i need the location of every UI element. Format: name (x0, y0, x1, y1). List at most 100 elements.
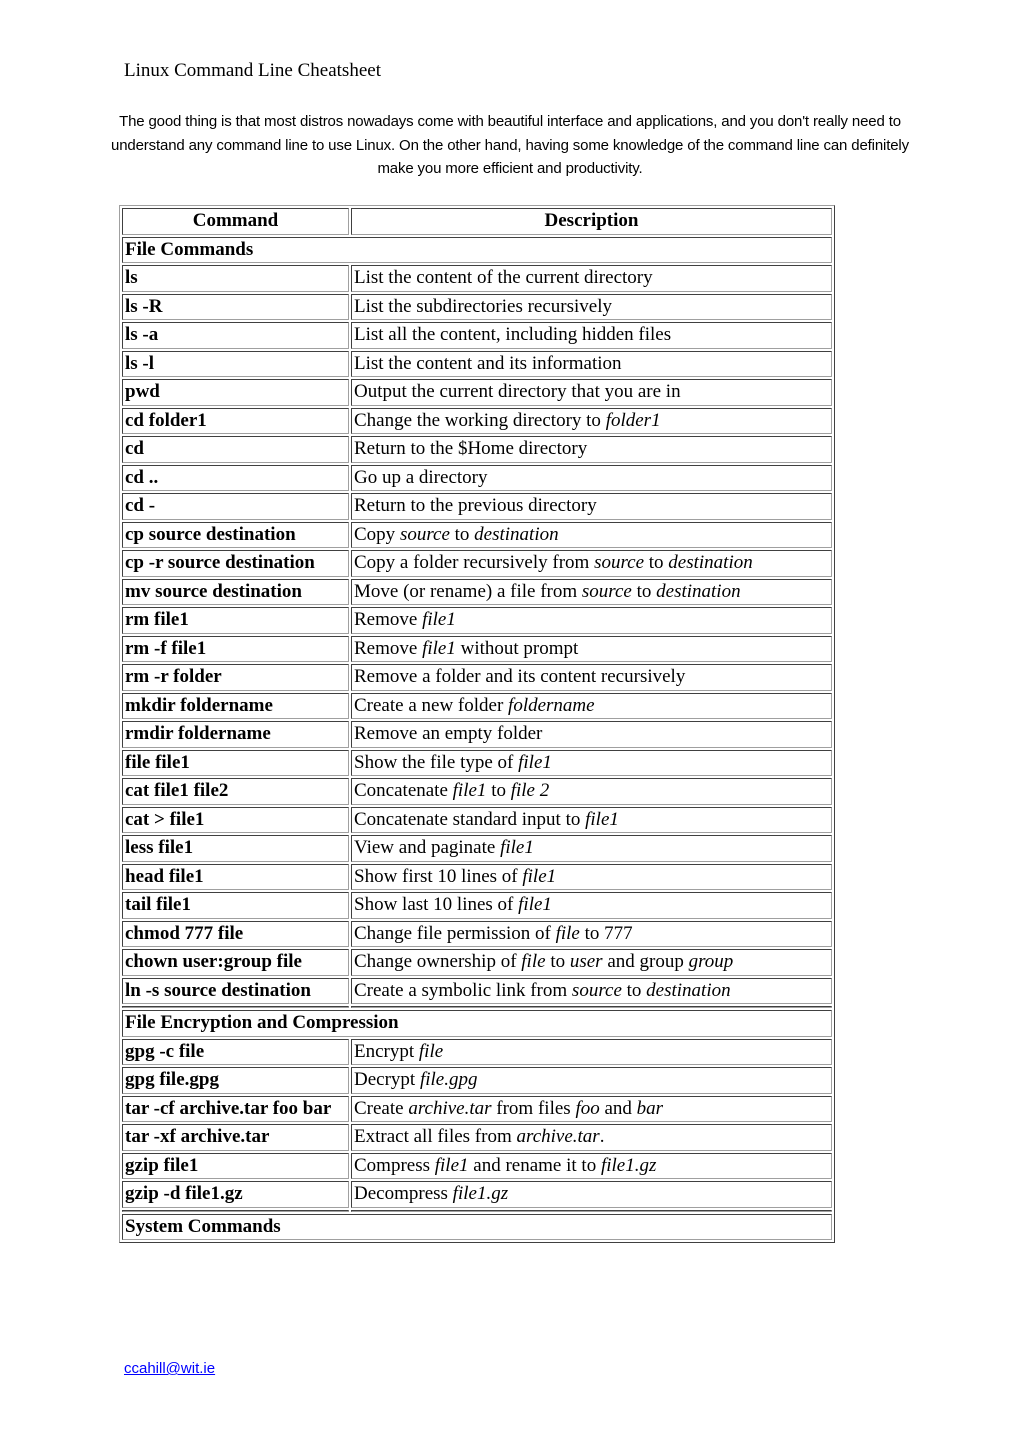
description-argument: file1 (518, 894, 552, 916)
table-row: cat > file1 Concatenate standard input to… (122, 806, 832, 833)
table-row: cd folder1 Change the working directory t… (122, 407, 832, 434)
command-cell: cp -r source destination (122, 550, 349, 577)
description-cell: Return to the previous directory (351, 493, 832, 520)
footer-email-link[interactable]: ccahill@wit.ie (124, 1360, 215, 1377)
command-cell: ls -a (122, 322, 349, 349)
command-cell: rm file1 (122, 607, 349, 634)
description-text: Change file permission of (354, 922, 556, 944)
description-argument: file1 (500, 837, 534, 859)
column-header-command: Command (122, 208, 349, 235)
table-row: rmdir foldername Remove an empty folder (122, 721, 832, 748)
description-text: Decrypt (354, 1069, 420, 1091)
description-text: List all the content, including hidden f… (354, 324, 672, 346)
table-row: gzip -d file1.gz Decompress file1.gz (122, 1181, 832, 1208)
description-argument: file 2 (510, 780, 550, 802)
command-cell: less file1 (122, 835, 349, 862)
command-cell: head file1 (122, 863, 349, 890)
command-cell: tar -xf archive.tar (122, 1124, 349, 1151)
description-cell: Create a new folder foldername (351, 692, 832, 719)
command-cell: chown user:group file (122, 949, 349, 976)
description-cell: Move (or rename) a file from source to d… (351, 578, 832, 605)
spacer-cell (351, 1209, 832, 1212)
description-cell: Output the current directory that you ar… (351, 379, 832, 406)
description-text: List the content of the current director… (354, 267, 653, 289)
description-text: to (486, 780, 511, 802)
table-row: cp source destination Copy source to dest… (122, 521, 832, 548)
description-argument: destination (668, 552, 753, 574)
section-header-row: System Commands (122, 1213, 832, 1240)
description-argument: file1.gz (600, 1154, 657, 1176)
description-text: and (599, 1097, 637, 1119)
description-cell: Concatenate file1 to file 2 (351, 778, 832, 805)
description-text: Copy a folder recursively from (354, 552, 595, 574)
description-text: to (545, 951, 570, 973)
description-argument: source (571, 979, 622, 1001)
description-argument: folder1 (605, 409, 661, 431)
command-cell: cat file1 file2 (122, 778, 349, 805)
command-cell: rmdir foldername (122, 721, 349, 748)
intro-paragraph: The good thing is that most distros nowa… (111, 113, 909, 177)
description-argument: archive.tar (408, 1097, 492, 1119)
table-row: cd Return to the $Home directory (122, 436, 832, 463)
description-text: and group (602, 951, 689, 973)
command-cell: chmod 777 file (122, 920, 349, 947)
section-spacer-row (122, 1209, 832, 1212)
description-text: Show first 10 lines of (354, 865, 523, 887)
table-row: ls List the content of the current direct… (122, 265, 832, 292)
table-row: ls -R List the subdirectories recursively (122, 293, 832, 320)
description-text: Remove an empty folder (354, 723, 543, 745)
column-header-description: Description (351, 208, 832, 235)
command-cell: ls -R (122, 293, 349, 320)
table-row: cd - Return to the previous directory (122, 493, 832, 520)
description-cell: Remove a folder and its content recursiv… (351, 664, 832, 691)
description-text: Move (or rename) a file from (354, 580, 582, 602)
description-text: Compress (354, 1154, 435, 1176)
section-header-row: File Commands (122, 236, 832, 263)
table-row: ls -l List the content and its informatio… (122, 350, 832, 377)
command-cell: ln -s source destination (122, 977, 349, 1004)
description-text: List the content and its information (354, 352, 622, 374)
description-text: from files (491, 1097, 576, 1119)
command-cell: cat > file1 (122, 806, 349, 833)
description-argument: file1 (422, 609, 456, 631)
table-row: less file1 View and paginate file1 (122, 835, 832, 862)
table-row: rm -r folder Remove a folder and its cont… (122, 664, 832, 691)
description-cell: Show the file type of file1 (351, 749, 832, 776)
description-text: Change ownership of (354, 951, 522, 973)
description-text: Create a new folder (354, 694, 509, 716)
description-cell: Change file permission of file to 777 (351, 920, 832, 947)
description-text: . (599, 1126, 605, 1148)
description-argument: destination (656, 580, 741, 602)
description-argument: file1.gz (452, 1183, 509, 1205)
page-title: Linux Command Line Cheatsheet (124, 60, 381, 81)
description-text: Remove (354, 637, 423, 659)
description-cell: Decompress file1.gz (351, 1181, 832, 1208)
description-text: View and paginate (354, 837, 501, 859)
section-title: File Commands (122, 236, 832, 263)
command-cell: cd - (122, 493, 349, 520)
description-cell: Remove an empty folder (351, 721, 832, 748)
table-row: tar -cf archive.tar foo bar Create archiv… (122, 1095, 832, 1122)
description-argument: file1 (434, 1154, 469, 1176)
command-cell: cp source destination (122, 521, 349, 548)
description-text: Create a symbolic link from (354, 979, 572, 1001)
table-row: mkdir foldername Create a new folder fold… (122, 692, 832, 719)
command-cell: cd (122, 436, 349, 463)
description-cell: List the content and its information (351, 350, 832, 377)
description-text: Return to the $Home directory (354, 438, 588, 460)
description-cell: Concatenate standard input to file1 (351, 806, 832, 833)
description-argument: destination (646, 979, 731, 1001)
description-argument: file1 (585, 808, 619, 830)
command-cell: ls (122, 265, 349, 292)
description-text: to (449, 523, 475, 545)
table-row: tar -xf archive.tar Extract all files fro… (122, 1124, 832, 1151)
table-row: chown user:group file Change ownership of… (122, 949, 832, 976)
description-text: Create (354, 1097, 409, 1119)
description-cell: Show last 10 lines of file1 (351, 892, 832, 919)
description-cell: Return to the $Home directory (351, 436, 832, 463)
table-row: file file1 Show the file type of file1 (122, 749, 832, 776)
description-argument: source (581, 580, 632, 602)
description-text: Return to the previous directory (354, 495, 597, 517)
table-row: gpg -c file Encrypt file (122, 1038, 832, 1065)
command-cell: rm -f file1 (122, 635, 349, 662)
